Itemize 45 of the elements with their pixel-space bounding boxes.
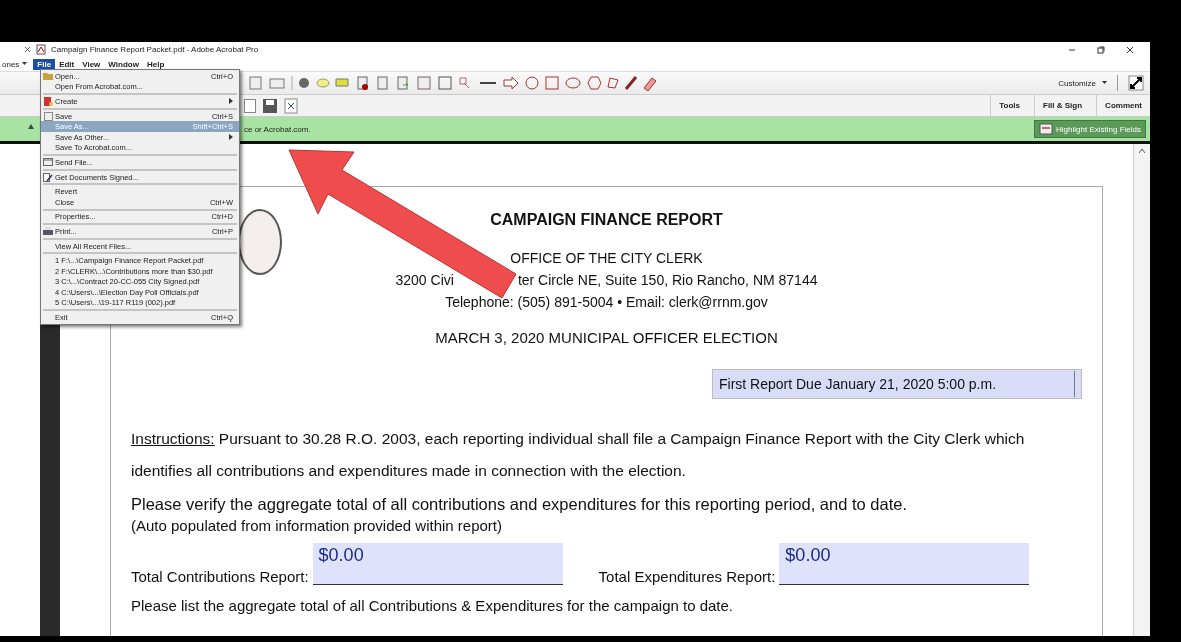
field-label: Total Contributions Report: [131, 568, 309, 585]
report-title: CAMPAIGN FINANCE REPORT [490, 211, 723, 229]
close-icon[interactable] [1126, 45, 1134, 54]
task-tab[interactable]: Comment [1096, 95, 1150, 116]
envelope-icon [43, 158, 53, 167]
menu-item[interactable]: File [33, 58, 56, 70]
menu-item[interactable]: Help [142, 58, 169, 70]
printer-icon [43, 226, 53, 236]
window-title: Campaign Finance Report Packet.pdf - Adobe Acrobat Pro [51, 45, 259, 54]
menu-item[interactable]: View [78, 58, 105, 70]
panel-menu[interactable]: ones [0, 59, 20, 69]
caret-icon [1102, 81, 1107, 85]
instructions-text: Instructions: Pursuant to 30.28 R.O. 2003, each reporting individual shall file a Campaign Finance Report with the City Clerk which identifies all contributions and expenditures made in connection with the election. [131, 429, 1026, 481]
verify-text: Please verify the aggregate total of all contributions and expenditures for this reporting period, and to date. [131, 494, 907, 515]
total-field[interactable]: $0.00 [779, 543, 1030, 585]
expand-icon[interactable] [1128, 75, 1144, 91]
field-label: Total Expenditures Report: [598, 568, 776, 585]
notice-message: ce or Acrobat.com. [244, 124, 311, 134]
document-icon [43, 97, 53, 106]
task-tab[interactable]: Fill & Sign [1034, 95, 1091, 116]
menu-item[interactable]: Window [104, 58, 143, 70]
close-icon[interactable] [24, 46, 31, 53]
list-note: Please list the aggregate total of all Contributions & Expenditures for the campaign to date. [131, 597, 734, 614]
menu-item[interactable]: Edit [55, 58, 79, 70]
auto-note: (Auto populated from information provided within report) [131, 516, 503, 536]
address-text: 3200 Civi [395, 271, 454, 290]
folder-icon [43, 72, 53, 81]
election-title: MARCH 3, 2020 MUNICIPAL OFFICER ELECTION [435, 328, 778, 348]
fit-page-icon[interactable] [284, 97, 298, 114]
submenu-arrow-icon [229, 98, 233, 105]
address-text: ter Circle NE, Suite 150, Rio Rancho, NM 87144 [517, 271, 818, 290]
form-icon [1039, 123, 1054, 135]
collapse-icon[interactable] [28, 124, 34, 129]
office-name: OFFICE OF THE CITY CLERK [510, 249, 703, 268]
submenu-arrow-icon [229, 134, 233, 141]
contact-text: Telephone: (505) 891-5004 • Email: clerk@rrnm.gov [445, 293, 768, 312]
restore-icon[interactable] [1097, 45, 1105, 54]
pen-icon [43, 172, 53, 182]
caret-icon [22, 62, 28, 66]
task-tab[interactable]: Tools [990, 95, 1028, 116]
report-dropdown[interactable]: First Report Due January 21, 2020 5:00 p.m. [712, 369, 1082, 399]
zoom-dropdown[interactable] [244, 98, 256, 113]
total-field[interactable]: $0.00 [312, 543, 563, 585]
customize-dropdown[interactable]: Customize [1058, 78, 1096, 88]
scroll-up-icon[interactable] [1139, 149, 1145, 153]
